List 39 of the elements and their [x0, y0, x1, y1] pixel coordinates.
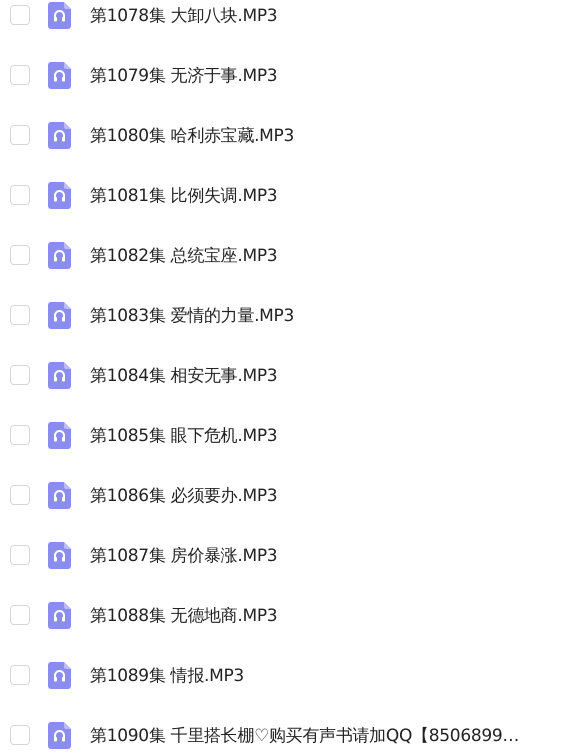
audio-file-icon	[48, 62, 71, 88]
audio-file-icon	[48, 242, 71, 268]
checkbox[interactable]	[10, 125, 30, 145]
audio-file-icon	[48, 662, 71, 688]
checkbox[interactable]	[10, 485, 30, 505]
file-name[interactable]: 第1088集 无德地商.MP3	[90, 604, 278, 626]
audio-file-icon	[48, 482, 71, 508]
file-name[interactable]: 第1085集 眼下危机.MP3	[90, 424, 278, 446]
file-name[interactable]: 第1080集 哈利赤宝藏.MP3	[90, 124, 294, 146]
audio-file-icon	[48, 362, 71, 388]
file-name[interactable]: 第1078集 大卸八块.MP3	[90, 4, 278, 26]
file-name[interactable]: 第1081集 比例失调.MP3	[90, 184, 278, 206]
audio-file-icon	[48, 302, 71, 328]
file-name[interactable]: 第1079集 无济于事.MP3	[90, 64, 278, 86]
audio-file-icon	[48, 722, 71, 748]
checkbox[interactable]	[10, 425, 30, 445]
file-name[interactable]: 第1083集 爱情的力量.MP3	[90, 304, 294, 326]
audio-file-icon	[48, 602, 71, 628]
checkbox[interactable]	[10, 65, 30, 85]
file-name[interactable]: 第1084集 相安无事.MP3	[90, 364, 278, 386]
file-name[interactable]: 第1087集 房价暴涨.MP3	[90, 544, 278, 566]
checkbox[interactable]	[10, 545, 30, 565]
file-name[interactable]: 第1089集 情报.MP3	[90, 664, 244, 686]
file-name[interactable]: 第1090集 千里搭长棚♡购买有声书请加QQ【8506899…	[90, 724, 520, 746]
checkbox[interactable]	[10, 305, 30, 325]
checkbox[interactable]	[10, 5, 30, 25]
checkbox[interactable]	[10, 185, 30, 205]
checkbox[interactable]	[10, 245, 30, 265]
file-name[interactable]: 第1086集 必须要办.MP3	[90, 484, 278, 506]
audio-file-icon	[48, 542, 71, 568]
checkbox[interactable]	[10, 605, 30, 625]
audio-file-icon	[48, 2, 71, 28]
checkbox[interactable]	[10, 725, 30, 745]
checkbox[interactable]	[10, 665, 30, 685]
audio-file-icon	[48, 182, 71, 208]
checkbox[interactable]	[10, 365, 30, 385]
audio-file-icon	[48, 422, 71, 448]
audio-file-icon	[48, 122, 71, 148]
file-name[interactable]: 第1082集 总统宝座.MP3	[90, 244, 278, 266]
